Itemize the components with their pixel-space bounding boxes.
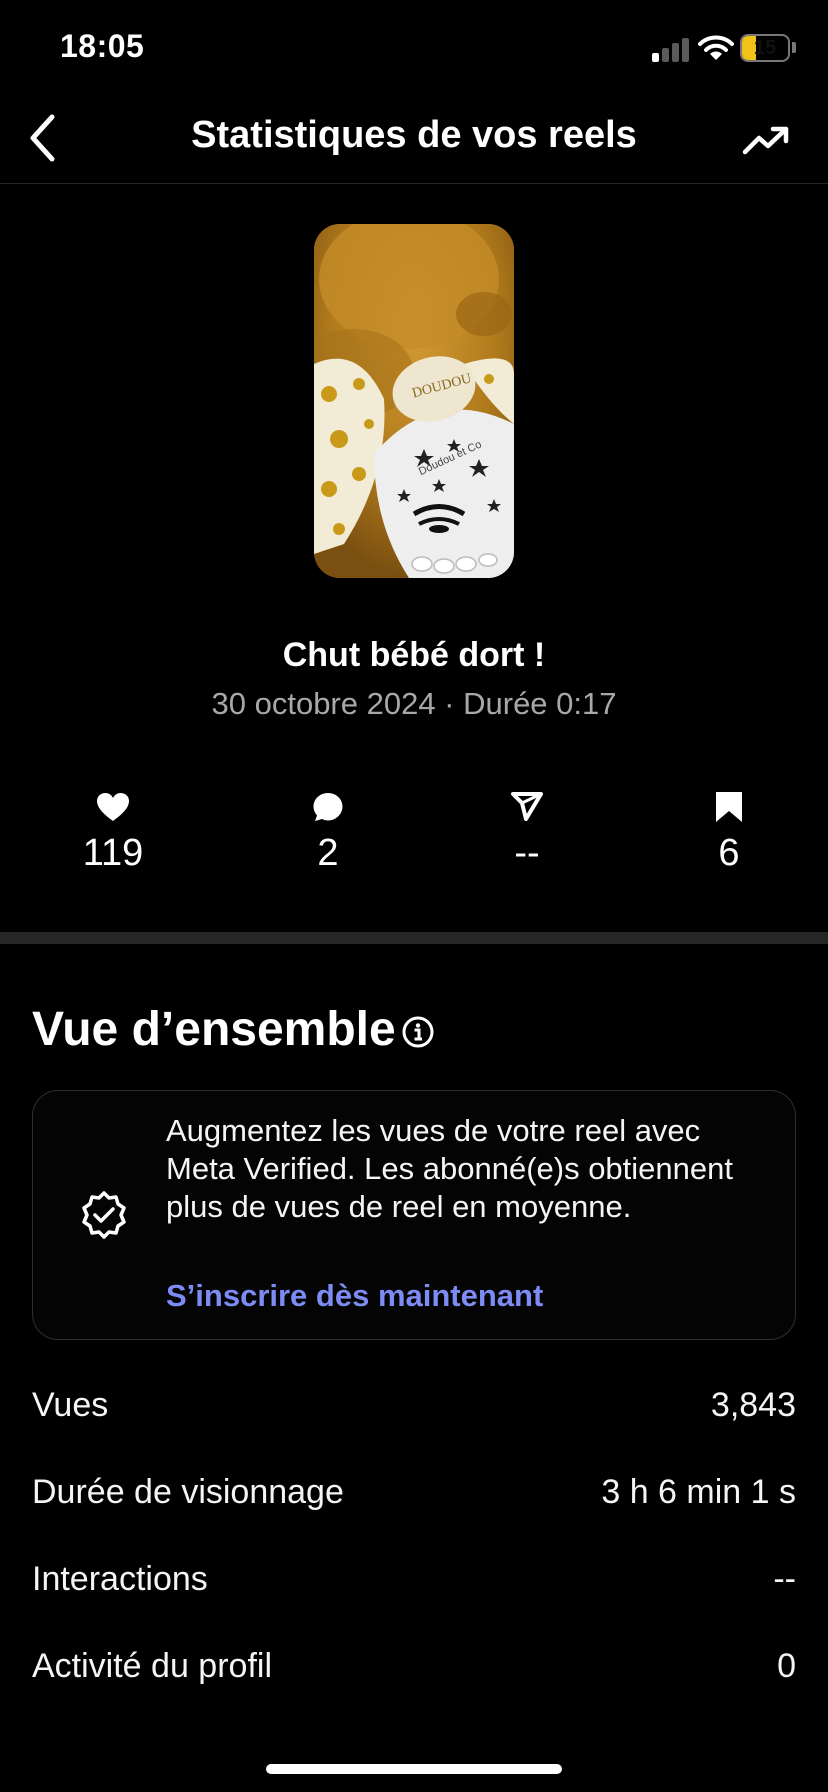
chevron-left-icon [30, 114, 55, 162]
subscribe-link[interactable]: S’inscrire dès maintenant [166, 1278, 543, 1314]
home-indicator[interactable] [266, 1764, 562, 1774]
trending-button[interactable] [736, 114, 796, 166]
metric-label-profile-activity: Activité du profil [32, 1647, 272, 1685]
saves-count: 6 [718, 832, 740, 874]
info-icon[interactable] [402, 1016, 434, 1048]
metric-label-interactions: Interactions [32, 1560, 208, 1598]
verified-badge-icon [78, 1190, 130, 1242]
wifi-icon [698, 34, 734, 62]
metric-label-watch-time: Durée de visionnage [32, 1473, 344, 1511]
battery-level: 15 [753, 37, 777, 59]
promo-text: Augmentez les vues de votre reel avec Me… [166, 1113, 733, 1224]
bookmark-icon [716, 792, 742, 822]
comment-icon [313, 793, 343, 821]
overview-title: Vue d’ensemble [32, 1003, 396, 1056]
back-button[interactable] [18, 108, 66, 168]
cellular-signal-icon [652, 36, 690, 62]
trending-up-icon [742, 126, 789, 155]
page-title: Statistiques de vos reels [191, 114, 637, 156]
heart-icon [97, 793, 129, 821]
battery-icon: 15 [740, 34, 790, 62]
likes-count: 119 [82, 832, 144, 874]
battery-nub [792, 42, 796, 53]
reel-thumbnail[interactable]: DOUDOU Doudou et Co [314, 224, 514, 578]
metric-value-watch-time: 3 h 6 min 1 s [601, 1473, 796, 1511]
metric-label-views: Vues [32, 1386, 109, 1424]
comments-stat: 2 [268, 790, 388, 875]
header-divider [0, 183, 828, 184]
likes-stat: 119 [53, 790, 173, 875]
share-icon [511, 792, 543, 821]
status-time: 18:05 [60, 28, 145, 64]
saves-stat: 6 [669, 790, 789, 875]
reel-title: Chut bébé dort ! [282, 636, 546, 674]
shares-count: -- [514, 832, 540, 874]
reel-meta: 30 octobre 2024 · Durée 0:17 [211, 686, 617, 721]
section-separator [0, 932, 828, 944]
metric-value-interactions: -- [773, 1560, 796, 1598]
shares-stat: -- [467, 790, 587, 875]
metric-value-profile-activity: 0 [777, 1647, 796, 1685]
metric-value-views: 3,843 [710, 1386, 796, 1424]
comments-count: 2 [317, 832, 339, 874]
